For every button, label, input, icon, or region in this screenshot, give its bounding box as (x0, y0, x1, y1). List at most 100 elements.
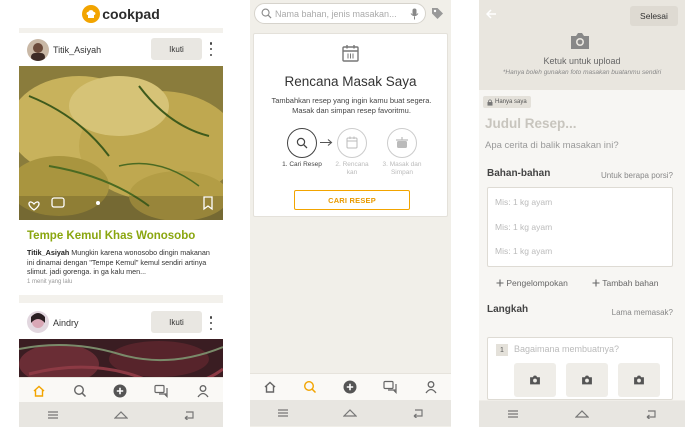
steps-header: Langkah (487, 304, 529, 315)
story-input[interactable]: Apa cerita di balik masakan ini? (485, 140, 619, 151)
title-input[interactable]: Judul Resep... (485, 116, 577, 131)
back-icon[interactable] (645, 409, 657, 419)
search-icon (261, 8, 272, 19)
post-header: Titik_Asiyah Ikuti (19, 33, 223, 66)
group-label: Pengelompokan (506, 278, 568, 288)
camera-icon (634, 375, 644, 385)
plus-icon (496, 279, 504, 287)
step-item: 1 Bagaimana membuatnya? (487, 337, 673, 400)
planner-description: Tambahkan resep yang ingin kamu buat seg… (271, 96, 432, 115)
chef-hat-icon (82, 5, 101, 23)
photo-upload-area[interactable]: Selesai Ketuk untuk upload *Hanya boleh … (479, 0, 685, 90)
system-navigation-bar (479, 401, 685, 427)
search-icon[interactable] (73, 384, 87, 398)
menu-icon[interactable] (47, 410, 59, 420)
ingredients-header: Bahan-bahan (487, 168, 551, 179)
back-icon[interactable] (183, 410, 195, 420)
lock-icon (487, 98, 493, 106)
recipe-description: Titik_Asiyah Mungkin karena wonosobo din… (27, 248, 217, 277)
privacy-label: Hanya saya (495, 99, 527, 105)
search-input[interactable]: Nama bahan, jenis masakan... (254, 3, 426, 24)
bottom-navigation (19, 377, 223, 404)
recipe-form: Hanya saya Judul Resep... Apa cerita di … (479, 90, 685, 400)
step-photo-button[interactable] (618, 363, 660, 397)
planner-title: Rencana Masak Saya (284, 74, 417, 89)
system-navigation-bar (250, 400, 451, 426)
bottom-navigation (250, 373, 451, 400)
recipe-title[interactable]: Tempe Kemul Khas Wonosobo (27, 230, 195, 242)
calendar-icon (346, 136, 358, 149)
privacy-badge[interactable]: Hanya saya (483, 96, 531, 108)
step-photo-button[interactable] (566, 363, 608, 397)
home-button-icon[interactable] (113, 410, 128, 420)
recipe-card[interactable]: Titik_Asiyah Ikuti Tempe Kemul Khas Wono… (19, 33, 223, 295)
menu-icon[interactable] (507, 409, 519, 419)
back-arrow-icon[interactable] (486, 9, 497, 19)
search-recipe-button[interactable]: CARI RESEP (294, 190, 410, 210)
search-placeholder: Nama bahan, jenis masakan... (275, 9, 397, 19)
home-button-icon[interactable] (343, 408, 358, 418)
camera-icon (530, 375, 540, 385)
recipe-photo[interactable] (19, 66, 223, 220)
post-username[interactable]: Aindry (53, 318, 79, 328)
step-plan (337, 128, 367, 158)
step-input[interactable]: Bagaimana membuatnya? (514, 344, 619, 354)
brand-logo: cookpad (102, 6, 160, 22)
post-username[interactable]: Titik_Asiyah (53, 45, 101, 55)
duration-input[interactable]: Lama memasak? (612, 308, 673, 317)
calendar-icon (342, 45, 359, 62)
author-name[interactable]: Titik_Asiyah (27, 248, 69, 257)
done-button[interactable]: Selesai (630, 6, 678, 26)
ingredient-input[interactable]: Mis: 1 kg ayam (495, 246, 552, 256)
avatar[interactable] (27, 311, 49, 333)
step-cook (387, 128, 417, 158)
avatar[interactable] (27, 39, 49, 61)
search-icon[interactable] (303, 380, 317, 394)
step-search (287, 128, 317, 158)
upload-label: Ketuk untuk upload (543, 56, 621, 66)
tag-icon[interactable] (431, 7, 444, 20)
feed-screen: cookpad Titik_Asiyah Ikuti Tempe Kemul K… (19, 0, 223, 427)
app-header: cookpad (19, 0, 223, 28)
more-options-icon[interactable] (207, 42, 215, 56)
step-number: 1 (496, 344, 508, 356)
add-ingredient-button[interactable]: Tambah bahan (592, 278, 658, 288)
profile-icon[interactable] (424, 380, 438, 394)
recipe-card[interactable]: Aindry Ikuti (19, 303, 223, 383)
system-navigation-bar (19, 402, 223, 427)
chat-icon[interactable] (383, 380, 398, 394)
group-button[interactable]: Pengelompokan (496, 278, 568, 288)
chat-icon[interactable] (154, 384, 169, 398)
add-icon[interactable] (113, 384, 127, 398)
plus-icon (592, 279, 600, 287)
home-icon[interactable] (32, 384, 46, 398)
add-ingredient-label: Tambah bahan (602, 278, 659, 288)
meal-planner-screen: Nama bahan, jenis masakan... Rencana Mas… (250, 0, 451, 427)
home-icon[interactable] (263, 380, 277, 394)
step-label: 2. Rencana kan (335, 161, 369, 176)
post-time: 1 menit yang lalu (27, 279, 73, 285)
step-label: 1. Cari Resep (282, 161, 322, 168)
camera-icon (582, 375, 592, 385)
menu-icon[interactable] (277, 408, 289, 418)
home-button-icon[interactable] (575, 409, 589, 419)
recipe-editor-screen: Selesai Ketuk untuk upload *Hanya boleh … (479, 0, 685, 427)
pot-icon (396, 137, 408, 148)
microphone-icon[interactable] (410, 8, 419, 20)
servings-input[interactable]: Untuk berapa porsi? (601, 171, 673, 180)
back-icon[interactable] (412, 408, 424, 418)
step-label: 3. Masak dan Simpan (382, 161, 422, 176)
more-options-icon[interactable] (207, 316, 215, 330)
profile-icon[interactable] (196, 384, 210, 398)
camera-icon[interactable] (569, 32, 591, 50)
upload-note: *Hanya boleh gunakan foto masakan buatan… (502, 69, 662, 76)
step-photo-button[interactable] (514, 363, 556, 397)
meal-plan-card: Rencana Masak Saya Tambahkan resep yang … (253, 33, 448, 217)
follow-button[interactable]: Ikuti (151, 311, 202, 333)
ingredients-list: Mis: 1 kg ayam Mis: 1 kg ayam Mis: 1 kg … (487, 187, 673, 267)
arrow-right-icon (320, 139, 333, 146)
ingredient-input[interactable]: Mis: 1 kg ayam (495, 222, 552, 232)
add-icon[interactable] (343, 380, 357, 394)
ingredient-input[interactable]: Mis: 1 kg ayam (495, 197, 552, 207)
follow-button[interactable]: Ikuti (151, 38, 202, 60)
